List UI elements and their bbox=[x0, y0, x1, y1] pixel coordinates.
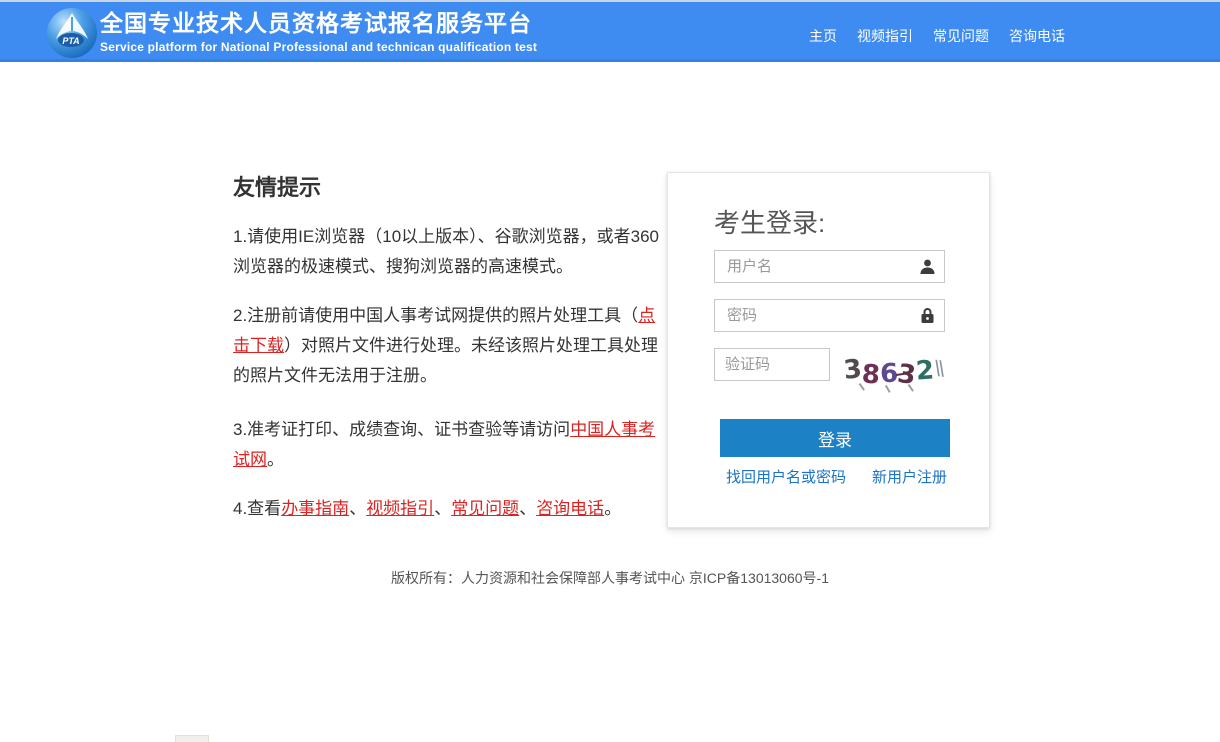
tip-item-3: 3.准考证打印、成绩查询、证书查验等请访问中国人事考试网。 bbox=[233, 415, 661, 475]
tip3-text-2: 。 bbox=[267, 450, 284, 469]
captcha-input[interactable] bbox=[714, 348, 830, 381]
top-nav: 主页 视频指引 常见问题 咨询电话 bbox=[809, 26, 1065, 46]
username-input[interactable] bbox=[714, 250, 945, 283]
lock-icon bbox=[919, 307, 936, 324]
tip2-text-1: 2.注册前请使用中国人事考试网提供的照片处理工具（ bbox=[233, 306, 638, 325]
login-panel: 考生登录: 38632\\ 登录 找回用户名或密码 bbox=[667, 172, 990, 528]
nav-phone-link[interactable]: 咨询电话 bbox=[1009, 26, 1065, 46]
header-titles: 全国专业技术人员资格考试报名服务平台 Service platform for … bbox=[100, 9, 537, 54]
service-guide-link[interactable]: 办事指南 bbox=[281, 499, 349, 518]
tip1-text: 1.请使用IE浏览器（10以上版本）、谷歌浏览器，或者360浏览器的极速模式、搜… bbox=[233, 227, 659, 276]
logo-text: PTA bbox=[62, 36, 79, 46]
tip-item-2: 2.注册前请使用中国人事考试网提供的照片处理工具（点击下载）对照片文件进行处理。… bbox=[233, 301, 661, 391]
tip4-sep-2: 、 bbox=[434, 499, 451, 518]
tip4-sep-3: 、 bbox=[519, 499, 536, 518]
register-link[interactable]: 新用户注册 bbox=[872, 466, 947, 487]
pta-logo-icon: PTA bbox=[46, 7, 98, 59]
nav-video-guide-link[interactable]: 视频指引 bbox=[857, 26, 913, 46]
friendly-tips-section: 友情提示 1.请使用IE浏览器（10以上版本）、谷歌浏览器，或者360浏览器的极… bbox=[233, 170, 661, 543]
site-title: 全国专业技术人员资格考试报名服务平台 bbox=[100, 9, 537, 37]
tip-item-4: 4.查看办事指南、视频指引、常见问题、咨询电话。 bbox=[233, 494, 661, 524]
tip-item-1: 1.请使用IE浏览器（10以上版本）、谷歌浏览器，或者360浏览器的极速模式、搜… bbox=[233, 222, 661, 282]
tip3-text-1: 3.准考证打印、成绩查询、证书查验等请访问 bbox=[233, 420, 570, 439]
login-links-row: 找回用户名或密码 新用户注册 bbox=[726, 466, 947, 487]
footer-copyright: 版权所有：人力资源和社会保障部人事考试中心 京ICP备13013060号-1 bbox=[0, 568, 1220, 588]
user-icon bbox=[919, 258, 936, 275]
site-subtitle: Service platform for National Profession… bbox=[100, 40, 537, 54]
password-input[interactable] bbox=[714, 299, 945, 332]
partial-edge-artifact bbox=[175, 735, 209, 742]
username-field-wrap bbox=[714, 250, 945, 283]
captcha-noise-slashes: \\ bbox=[934, 356, 945, 383]
captcha-digit: 2 bbox=[915, 350, 936, 391]
login-button[interactable]: 登录 bbox=[720, 419, 950, 457]
phone-link[interactable]: 咨询电话 bbox=[536, 499, 604, 518]
tip2-text-2: ）对照片文件进行处理。未经该照片处理工具处理的照片文件无法用于注册。 bbox=[233, 336, 658, 385]
faq-link[interactable]: 常见问题 bbox=[451, 499, 519, 518]
nav-faq-link[interactable]: 常见问题 bbox=[933, 26, 989, 46]
tip4-text-1: 4.查看 bbox=[233, 499, 281, 518]
captcha-field-wrap bbox=[714, 348, 830, 381]
tips-heading: 友情提示 bbox=[233, 170, 661, 202]
tip4-text-2: 。 bbox=[604, 499, 621, 518]
forgot-credentials-link[interactable]: 找回用户名或密码 bbox=[726, 466, 846, 487]
tip4-sep-1: 、 bbox=[349, 499, 366, 518]
password-field-wrap bbox=[714, 299, 945, 332]
captcha-image[interactable]: 38632\\ bbox=[844, 352, 950, 392]
nav-home-link[interactable]: 主页 bbox=[809, 26, 837, 46]
video-guide-link[interactable]: 视频指引 bbox=[366, 499, 434, 518]
login-title: 考生登录: bbox=[714, 203, 825, 240]
header: PTA 全国专业技术人员资格考试报名服务平台 Service platform … bbox=[0, 0, 1220, 62]
